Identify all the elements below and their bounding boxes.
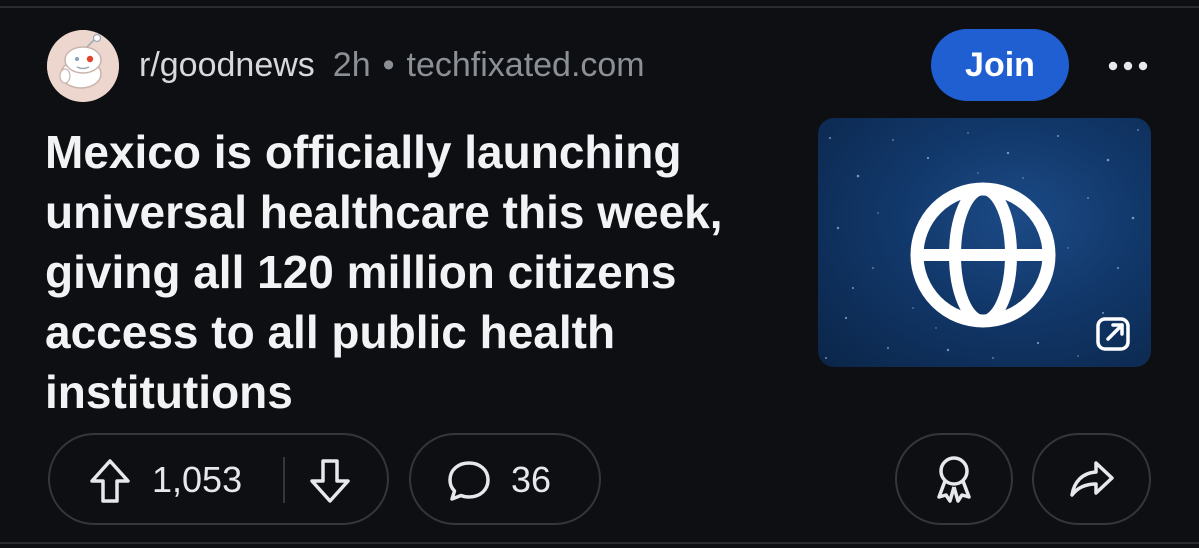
external-link-icon: [1096, 317, 1130, 351]
award-button[interactable]: [895, 433, 1013, 525]
share-icon: [1069, 461, 1114, 497]
link-domain[interactable]: techfixated.com: [407, 46, 645, 84]
post-title[interactable]: Mexico is officially launching universal…: [45, 122, 805, 422]
link-thumbnail[interactable]: [818, 118, 1151, 367]
divider-top: [0, 6, 1199, 8]
meta-separator: •: [382, 46, 395, 84]
subreddit-avatar[interactable]: [47, 30, 119, 102]
post-meta: r/goodnews 2h • techfixated.com: [139, 44, 645, 86]
more-options-button[interactable]: [1098, 44, 1158, 88]
snoo-mascot-icon: [47, 30, 119, 102]
divider-bottom: [0, 542, 1199, 544]
vote-control: 1,053: [48, 433, 389, 525]
globe-icon: [910, 182, 1056, 328]
share-button[interactable]: [1032, 433, 1151, 525]
arrow-down-icon[interactable]: [308, 457, 352, 505]
arrow-up-icon[interactable]: [88, 457, 132, 505]
award-icon: [937, 456, 971, 503]
comment-bubble-icon: [448, 461, 490, 501]
comments-button[interactable]: 36: [409, 433, 601, 525]
join-button[interactable]: Join: [931, 29, 1069, 101]
ellipsis-icon: [1108, 61, 1148, 71]
subreddit-name[interactable]: r/goodnews: [139, 46, 315, 84]
comment-count: 36: [511, 459, 552, 500]
vote-count: 1,053: [152, 459, 243, 500]
post-age: 2h: [332, 46, 371, 84]
vote-divider: [283, 457, 285, 503]
post-card[interactable]: r/goodnews 2h • techfixated.com Join Mexico…: [0, 0, 1199, 548]
